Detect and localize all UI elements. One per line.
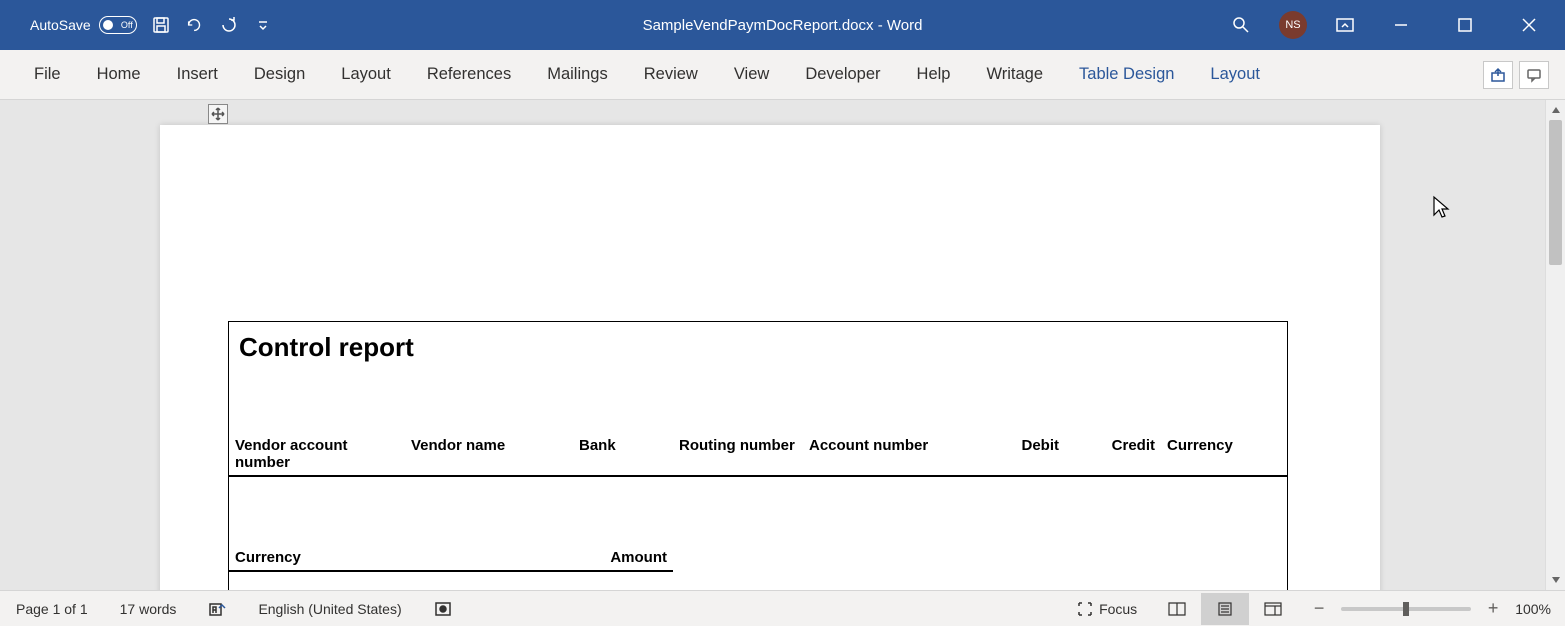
- zoom-in-button[interactable]: +: [1485, 598, 1501, 619]
- document-title: SampleVendPaymDocReport.docx - Word: [643, 17, 923, 34]
- status-language[interactable]: English (United States): [242, 601, 417, 617]
- ribbon-right: [1483, 61, 1549, 89]
- status-macro-icon[interactable]: [418, 600, 468, 618]
- table-spacer3: [229, 572, 1287, 590]
- share-button[interactable]: [1483, 61, 1513, 89]
- maximize-button[interactable]: [1447, 7, 1483, 43]
- col2-currency[interactable]: Currency: [229, 547, 589, 570]
- zoom-slider-handle[interactable]: [1403, 602, 1409, 616]
- scroll-down-icon[interactable]: [1546, 570, 1565, 590]
- status-page[interactable]: Page 1 of 1: [0, 601, 104, 617]
- zoom-out-button[interactable]: −: [1311, 598, 1327, 619]
- print-layout-icon[interactable]: [1201, 593, 1249, 625]
- focus-label: Focus: [1099, 601, 1137, 617]
- col-bank[interactable]: Bank: [573, 435, 673, 475]
- document-table[interactable]: Control report Vendor account number Ven…: [228, 321, 1288, 590]
- save-icon[interactable]: [151, 15, 171, 35]
- zoom-control: − + 100%: [1297, 598, 1565, 619]
- col-vendor-account[interactable]: Vendor account number: [229, 435, 405, 475]
- ribbon-tab-help[interactable]: Help: [899, 50, 969, 100]
- comments-button[interactable]: [1519, 61, 1549, 89]
- zoom-level[interactable]: 100%: [1515, 601, 1551, 617]
- autosave-label: AutoSave: [30, 17, 91, 33]
- scrollbar-track[interactable]: [1546, 120, 1565, 570]
- focus-mode[interactable]: Focus: [1061, 601, 1153, 617]
- statusbar: Page 1 of 1 17 words English (United Sta…: [0, 590, 1565, 626]
- titlebar-left: AutoSave Off: [0, 15, 273, 35]
- search-icon[interactable]: [1231, 15, 1251, 35]
- vertical-scrollbar[interactable]: [1545, 100, 1565, 590]
- ribbon-tab-mailings[interactable]: Mailings: [529, 50, 626, 100]
- ribbon-tab-insert[interactable]: Insert: [159, 50, 236, 100]
- autosave-control[interactable]: AutoSave Off: [30, 16, 137, 34]
- ribbon-tab-table-layout[interactable]: Layout: [1192, 50, 1278, 100]
- ribbon: File Home Insert Design Layout Reference…: [0, 50, 1565, 100]
- ribbon-tab-table-design[interactable]: Table Design: [1061, 50, 1192, 100]
- table-spacer2: [229, 477, 1287, 547]
- toggle-dot-icon: [103, 20, 113, 30]
- table-header-row1: Vendor account number Vendor name Bank R…: [229, 435, 1287, 477]
- titlebar-right: NS: [1231, 7, 1565, 43]
- ribbon-tab-design[interactable]: Design: [236, 50, 323, 100]
- statusbar-right: Focus − + 100%: [1061, 593, 1565, 625]
- ribbon-display-icon[interactable]: [1335, 15, 1355, 35]
- col-vendor-name[interactable]: Vendor name: [405, 435, 573, 475]
- col-routing[interactable]: Routing number: [673, 435, 803, 475]
- web-layout-icon[interactable]: [1249, 593, 1297, 625]
- scroll-up-icon[interactable]: [1546, 100, 1565, 120]
- col-credit[interactable]: Credit: [1065, 435, 1161, 475]
- status-spellcheck-icon[interactable]: [192, 600, 242, 618]
- report-title[interactable]: Control report: [229, 322, 1287, 365]
- ribbon-tab-review[interactable]: Review: [626, 50, 716, 100]
- read-mode-icon[interactable]: [1153, 593, 1201, 625]
- document-area[interactable]: Control report Vendor account number Ven…: [0, 100, 1545, 590]
- ribbon-tab-developer[interactable]: Developer: [787, 50, 898, 100]
- col-debit[interactable]: Debit: [971, 435, 1065, 475]
- autosave-state: Off: [121, 20, 133, 30]
- scrollbar-thumb[interactable]: [1549, 120, 1562, 265]
- ribbon-tab-view[interactable]: View: [716, 50, 787, 100]
- ribbon-tab-layout[interactable]: Layout: [323, 50, 409, 100]
- titlebar: AutoSave Off SampleVendPaymDocReport.doc…: [0, 0, 1565, 50]
- status-words[interactable]: 17 words: [104, 601, 193, 617]
- zoom-slider[interactable]: [1341, 607, 1471, 611]
- close-button[interactable]: [1511, 7, 1547, 43]
- undo-icon[interactable]: [185, 15, 205, 35]
- user-avatar[interactable]: NS: [1279, 11, 1307, 39]
- col-currency[interactable]: Currency: [1161, 435, 1261, 475]
- table-move-handle[interactable]: [208, 104, 228, 124]
- ribbon-tabs: File Home Insert Design Layout Reference…: [16, 50, 1278, 100]
- col2-amount[interactable]: Amount: [589, 547, 673, 570]
- user-initials: NS: [1285, 19, 1300, 31]
- autosave-toggle[interactable]: Off: [99, 16, 137, 34]
- qat-customize-icon[interactable]: [253, 15, 273, 35]
- table-spacer: [229, 365, 1287, 435]
- ribbon-tab-file[interactable]: File: [16, 50, 79, 100]
- redo-icon[interactable]: [219, 15, 239, 35]
- ribbon-tab-references[interactable]: References: [409, 50, 529, 100]
- col-account[interactable]: Account number: [803, 435, 971, 475]
- minimize-button[interactable]: [1383, 7, 1419, 43]
- ribbon-tab-writage[interactable]: Writage: [968, 50, 1061, 100]
- ribbon-tab-home[interactable]: Home: [79, 50, 159, 100]
- table-header-row2: Currency Amount: [229, 547, 673, 572]
